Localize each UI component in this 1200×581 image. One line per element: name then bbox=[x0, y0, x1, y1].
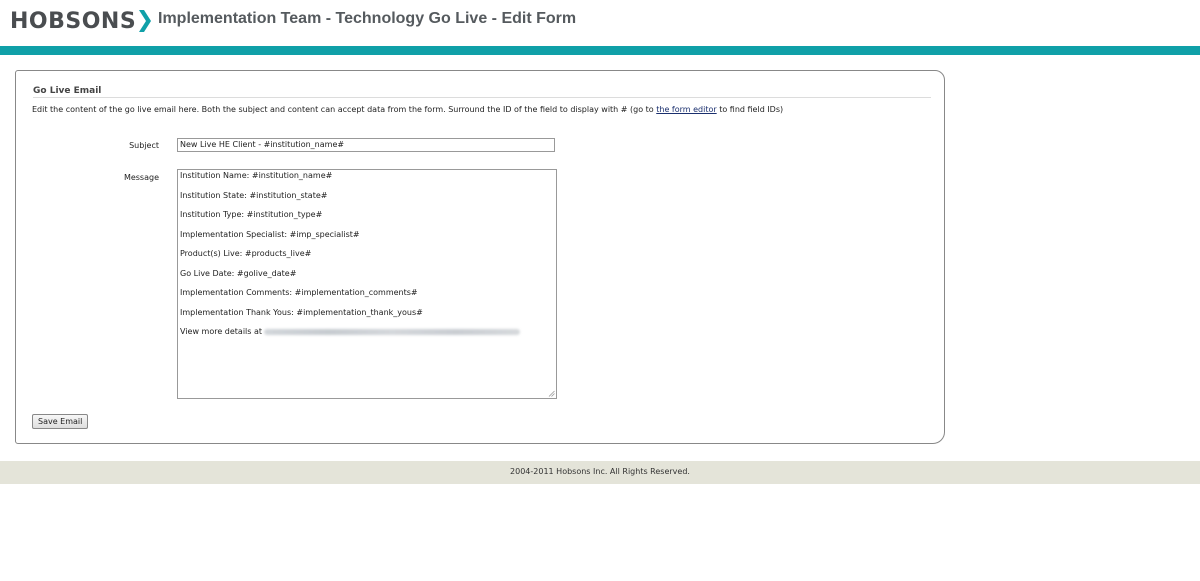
message-line: Institution Type: #institution_type# bbox=[180, 210, 323, 219]
message-line: Implementation Specialist: #imp_speciali… bbox=[180, 229, 360, 239]
accent-bar bbox=[0, 46, 1200, 55]
message-textarea[interactable]: Institution Name: #institution_name# Ins… bbox=[177, 169, 557, 399]
page-title: Implementation Team - Technology Go Live… bbox=[158, 10, 577, 27]
message-line: Go Live Date: #golive_date# bbox=[180, 268, 297, 278]
go-live-email-panel: Go Live Email Edit the content of the go… bbox=[15, 70, 945, 444]
intro-text: Edit the content of the go live email he… bbox=[32, 105, 783, 114]
message-label: Message bbox=[123, 173, 159, 182]
blurred-url bbox=[264, 328, 521, 335]
footer: 2004-2011 Hobsons Inc. All Rights Reserv… bbox=[0, 461, 1200, 484]
copyright-text: 2004-2011 Hobsons Inc. All Rights Reserv… bbox=[510, 467, 690, 476]
section-title: Go Live Email bbox=[33, 86, 931, 98]
message-line-details: View more details at bbox=[180, 327, 554, 347]
resize-grip-icon[interactable] bbox=[548, 390, 555, 397]
hobsons-logo[interactable]: HOBSONS bbox=[10, 8, 152, 34]
message-line: Implementation Thank Yous: #implementati… bbox=[180, 307, 423, 317]
message-line: Product(s) Live: #products_live# bbox=[180, 249, 312, 258]
logo-chevron-icon bbox=[139, 10, 152, 32]
intro-text-end: to find field IDs) bbox=[716, 105, 784, 114]
message-line: Institution Name: #institution_name# bbox=[180, 171, 333, 180]
intro-text-start: Edit the content of the go live email he… bbox=[32, 105, 657, 114]
logo-text: HOBSONS bbox=[10, 8, 137, 34]
subject-input[interactable]: New Live HE Client - #institution_name# bbox=[177, 138, 555, 152]
form-editor-link[interactable]: the form editor bbox=[656, 105, 716, 114]
subject-label: Subject bbox=[129, 141, 159, 150]
message-line: Institution State: #institution_state# bbox=[180, 190, 328, 200]
save-email-button[interactable]: Save Email bbox=[32, 414, 89, 429]
header: HOBSONS Implementation Team - Technology… bbox=[0, 0, 1200, 46]
details-label: View more details at bbox=[180, 327, 263, 336]
message-line: Implementation Comments: #implementation… bbox=[180, 288, 418, 297]
